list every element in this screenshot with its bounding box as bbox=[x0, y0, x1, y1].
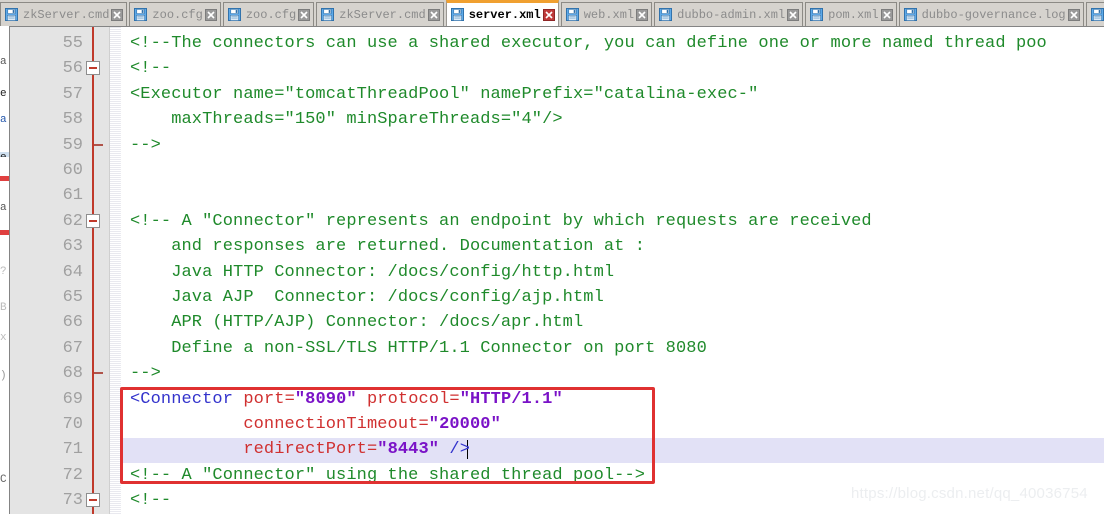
save-disk-icon bbox=[134, 8, 148, 21]
save-disk-icon bbox=[810, 8, 824, 21]
close-icon[interactable] bbox=[1067, 8, 1080, 21]
close-icon[interactable] bbox=[204, 8, 217, 21]
tab-label: zoo.cfg bbox=[245, 7, 297, 22]
tab-label: server.xml bbox=[468, 7, 541, 22]
close-icon[interactable] bbox=[636, 8, 649, 21]
line-number: 63 bbox=[62, 237, 83, 257]
save-disk-icon bbox=[1090, 8, 1104, 21]
line-number: 57 bbox=[62, 84, 83, 104]
line-number: 71 bbox=[62, 440, 83, 460]
code-line[interactable]: <!--The connectors can use a shared exec… bbox=[121, 31, 1047, 56]
tab-label: pom.xml bbox=[828, 7, 879, 22]
editor-tab-dubbo-properties[interactable]: dubbo.properties bbox=[1085, 2, 1104, 26]
close-icon[interactable] bbox=[111, 8, 124, 21]
watermark-text: https://blog.csdn.net/qq_40036754 bbox=[851, 485, 1088, 502]
code-line[interactable]: <Executor name="tomcatThreadPool" namePr… bbox=[121, 82, 758, 107]
save-disk-icon bbox=[321, 8, 335, 21]
code-line[interactable]: redirectPort="8443" /> bbox=[121, 437, 470, 462]
code-line[interactable]: maxThreads="150" minSpareThreads="4"/> bbox=[121, 107, 563, 132]
code-fold-end-marker bbox=[94, 143, 103, 146]
line-number: 69 bbox=[62, 389, 83, 409]
tab-label: dubbo-governance.log bbox=[921, 7, 1066, 22]
editor-tab-zkserver-cmd[interactable]: zkServer.cmd bbox=[0, 2, 128, 26]
panel-divider bbox=[9, 26, 10, 514]
line-number: 59 bbox=[62, 135, 83, 155]
code-line[interactable]: and responses are returned. Documentatio… bbox=[121, 234, 645, 259]
editor-tab-zoo-cfg[interactable]: zoo.cfg bbox=[222, 2, 315, 26]
code-line[interactable]: connectionTimeout="20000" bbox=[121, 412, 501, 437]
close-icon[interactable] bbox=[298, 8, 311, 21]
close-icon[interactable] bbox=[787, 8, 800, 21]
close-icon[interactable] bbox=[427, 8, 440, 21]
line-number: 58 bbox=[62, 110, 83, 130]
save-disk-icon bbox=[227, 8, 241, 21]
code-line[interactable]: Java HTTP Connector: /docs/config/http.h… bbox=[121, 260, 614, 285]
close-icon[interactable] bbox=[542, 8, 555, 21]
line-number: 73 bbox=[62, 491, 83, 511]
editor-tab-pom-xml[interactable]: pom.xml bbox=[805, 2, 897, 26]
code-text-area[interactable]: <!--The connectors can use a shared exec… bbox=[121, 27, 1104, 514]
save-disk-icon bbox=[903, 8, 917, 21]
editor-tab-zoo-cfg[interactable]: zoo.cfg bbox=[129, 2, 221, 26]
code-fold-toggle[interactable] bbox=[86, 61, 100, 76]
line-number: 68 bbox=[62, 364, 83, 384]
code-line[interactable]: --> bbox=[121, 133, 161, 158]
editor-tab-web-xml[interactable]: web.xml bbox=[560, 2, 653, 26]
code-fold-toggle[interactable] bbox=[86, 493, 100, 508]
tab-label: web.xml bbox=[583, 7, 635, 22]
tab-label: zkServer.cmd bbox=[23, 7, 110, 22]
line-number: 55 bbox=[62, 34, 83, 53]
save-disk-icon bbox=[565, 8, 579, 21]
code-line[interactable]: <Connector port="8090" protocol="HTTP/1.… bbox=[121, 387, 563, 412]
code-line[interactable]: Define a non-SSL/TLS HTTP/1.1 Connector … bbox=[121, 336, 707, 361]
code-line[interactable]: <!-- A "Connector" represents an endpoin… bbox=[121, 209, 872, 234]
editor-tab-zkserver-cmd[interactable]: zkServer.cmd bbox=[316, 2, 444, 26]
code-line[interactable]: <!-- A "Connector" using the shared thre… bbox=[121, 463, 645, 488]
code-line[interactable]: <!-- bbox=[121, 488, 171, 513]
save-disk-icon bbox=[659, 8, 673, 21]
gutter-hatch-strip bbox=[110, 27, 121, 514]
line-number: 64 bbox=[62, 262, 83, 282]
line-number: 65 bbox=[62, 288, 83, 307]
code-editor[interactable]: 5556575859606162636465666768697071727374… bbox=[10, 26, 1104, 514]
close-icon[interactable] bbox=[880, 8, 893, 21]
line-number: 62 bbox=[62, 211, 83, 231]
code-fold-end-marker bbox=[94, 372, 103, 375]
code-line[interactable]: <!-- bbox=[121, 56, 171, 81]
editor-tab-server-xml[interactable]: server.xml bbox=[445, 0, 559, 26]
line-number: 70 bbox=[62, 415, 83, 434]
tab-label: zkServer.cmd bbox=[339, 7, 426, 22]
code-fold-toggle[interactable] bbox=[86, 213, 100, 228]
editor-tab-dubbo-admin-xml[interactable]: dubbo-admin.xml bbox=[654, 2, 804, 26]
editor-tab-bar: zkServer.cmd zoo.cfg zoo.cfg zkServer.cmd se… bbox=[0, 0, 1104, 26]
line-number: 72 bbox=[62, 465, 83, 485]
line-number: 56 bbox=[62, 59, 83, 79]
editor-window: zkServer.cmd zoo.cfg zoo.cfg zkServer.cmd se… bbox=[0, 0, 1104, 514]
line-number: 66 bbox=[62, 313, 83, 333]
line-number: 61 bbox=[62, 186, 83, 206]
tab-label: zoo.cfg bbox=[152, 7, 203, 22]
line-number: 67 bbox=[62, 338, 83, 358]
code-fold-line bbox=[92, 27, 94, 514]
code-line[interactable]: APR (HTTP/AJP) Connector: /docs/apr.html bbox=[121, 310, 583, 335]
line-number: 60 bbox=[62, 161, 83, 180]
tab-label: dubbo-admin.xml bbox=[677, 7, 786, 22]
code-line[interactable]: Java AJP Connector: /docs/config/ajp.htm… bbox=[121, 285, 604, 310]
line-number-gutter: 5556575859606162636465666768697071727374… bbox=[10, 27, 110, 514]
save-disk-icon bbox=[450, 8, 464, 21]
editor-tab-dubbo-governance-log[interactable]: dubbo-governance.log bbox=[898, 2, 1084, 26]
save-disk-icon bbox=[5, 8, 18, 21]
code-line[interactable]: --> bbox=[121, 361, 161, 386]
